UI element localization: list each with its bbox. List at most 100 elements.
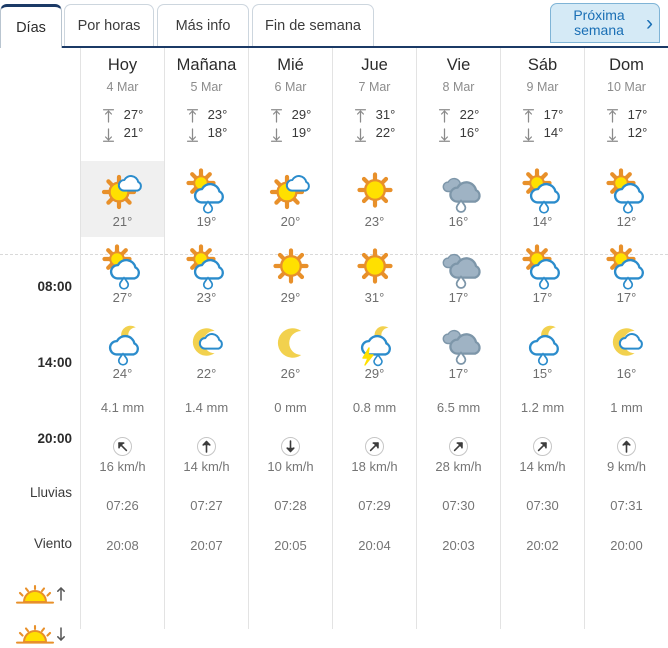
day-temp-min: 14° [543, 125, 564, 140]
wind-speed: 14 km/h [519, 458, 566, 474]
row-label-0800: 08:00 [37, 279, 72, 294]
sun-cloud-icon [269, 174, 310, 209]
sun-icon [356, 247, 393, 284]
forecast-temp: 21° [112, 213, 133, 229]
forecast-temp: 17° [448, 365, 469, 381]
day-column[interactable]: Hoy 4 Mar 27° 21° 21° 27° 24° 4.1 mm 16 … [80, 48, 164, 629]
sunset-icon [16, 624, 72, 648]
forecast-cell-2000[interactable]: 22° [165, 313, 248, 389]
forecast-temp: 12° [616, 213, 637, 229]
forecast-cell-0800[interactable]: 23° [333, 161, 416, 237]
cloud-rain-icon [442, 253, 481, 289]
forecast-cell-1400[interactable]: 23° [165, 237, 248, 313]
tab-mas-info[interactable]: Más info [157, 4, 249, 46]
day-column[interactable]: Vie 8 Mar 22° 16° 16° 17° 17° 6.5 mm 28 … [416, 48, 500, 629]
wind-cell: 14 km/h [501, 425, 584, 485]
rain-cell: 0 mm [274, 399, 307, 415]
temp-min-arrow-icon [606, 128, 618, 142]
forecast-temp: 26° [280, 365, 301, 381]
tab-fin-de-semana[interactable]: Fin de semana [252, 4, 374, 46]
forecast-cell-2000[interactable]: 24° [81, 313, 164, 389]
day-temperature-range: 27° 21° [81, 108, 164, 143]
day-column[interactable]: Sáb 9 Mar 17° 14° 14° 17° 15° 1.2 mm 14 … [500, 48, 584, 629]
day-column[interactable]: Mié 6 Mar 29° 19° 20° 29° 26° 0 mm 10 km… [248, 48, 332, 629]
sun-icon [272, 247, 309, 284]
cloud-rain-icon [442, 177, 481, 213]
day-column[interactable]: Jue 7 Mar 31° 22° 23° 31° 29° 0.8 mm 18 … [332, 48, 416, 629]
day-name: Mié [277, 56, 304, 74]
sunset-cell: 20:07 [190, 537, 223, 553]
wind-arrow-ne-icon [449, 436, 468, 456]
row-label-viento: Viento [33, 536, 72, 551]
forecast-temp: 15° [532, 365, 553, 381]
day-temp-max: 29° [291, 107, 312, 122]
sunset-cell: 20:04 [358, 537, 391, 553]
tab-fin-de-semana-label: Fin de semana [265, 17, 361, 34]
wind-arrow-ne-icon [533, 436, 552, 456]
rain-cell: 4.1 mm [100, 399, 145, 415]
day-temp-max: 23° [207, 107, 228, 122]
moon-storm-icon [360, 325, 391, 366]
forecast-cell-1400[interactable]: 29° [249, 237, 332, 313]
forecast-cell-0800[interactable]: 14° [501, 161, 584, 237]
next-week-label: Próxima semana [573, 7, 625, 38]
sunrise-cell: 07:27 [190, 497, 223, 513]
sun-cloud-rain-icon [185, 243, 224, 290]
forecast-cell-1400[interactable]: 17° [417, 237, 500, 313]
wind-cell: 9 km/h [585, 425, 668, 485]
day-temp-min: 22° [375, 125, 396, 140]
forecast-cell-0800[interactable]: 20° [249, 161, 332, 237]
day-temperature-range: 31° 22° [333, 108, 416, 143]
forecast-cell-0800[interactable]: 12° [585, 161, 668, 237]
wind-speed: 14 km/h [183, 458, 230, 474]
day-header: Hoy 4 Mar [81, 48, 164, 94]
sunset-cell: 20:05 [274, 537, 307, 553]
day-column[interactable]: Mañana 5 Mar 23° 18° 19° 23° 22° 1.4 mm … [164, 48, 248, 629]
forecast-cell-2000[interactable]: 15° [501, 313, 584, 389]
moon-cloud-rain-icon [528, 325, 559, 366]
tab-dias[interactable]: Días [0, 4, 62, 48]
forecast-temp: 27° [112, 289, 133, 305]
moon-cloud-icon [612, 327, 643, 356]
forecast-cell-1400[interactable]: 17° [501, 237, 584, 313]
forecast-cell-1400[interactable]: 27° [81, 237, 164, 313]
day-temperature-range: 29° 19° [249, 108, 332, 143]
forecast-cell-0800[interactable]: 21° [81, 161, 164, 237]
rain-cell: 0.8 mm [352, 399, 397, 415]
wind-speed: 16 km/h [99, 458, 146, 474]
day-temp-max: 17° [543, 107, 564, 122]
sunrise-cell: 07:29 [358, 497, 391, 513]
forecast-cell-0800[interactable]: 19° [165, 161, 248, 237]
sunrise-cell: 07:30 [442, 497, 475, 513]
day-temp-min: 16° [459, 125, 480, 140]
day-date: 4 Mar [106, 80, 139, 94]
forecast-cell-1400[interactable]: 17° [585, 237, 668, 313]
wind-arrow-nw-icon [113, 436, 132, 456]
day-temp-max: 27° [123, 107, 144, 122]
temp-max-arrow-icon [438, 109, 450, 123]
forecast-temp: 29° [364, 365, 385, 381]
temp-min-arrow-icon [522, 128, 534, 142]
tab-dias-label: Días [16, 19, 46, 36]
day-temp-min: 19° [291, 125, 312, 140]
day-column[interactable]: Dom 10 Mar 17° 12° 12° 17° 16° 1 mm 9 km… [584, 48, 668, 629]
forecast-cell-2000[interactable]: 17° [417, 313, 500, 389]
sun-cloud-rain-icon [521, 243, 560, 290]
forecast-cell-2000[interactable]: 26° [249, 313, 332, 389]
day-header: Jue 7 Mar [333, 48, 416, 94]
rain-cell: 1.2 mm [520, 399, 565, 415]
day-name: Dom [609, 56, 644, 74]
tab-por-horas[interactable]: Por horas [64, 4, 154, 46]
day-temperature-range: 22° 16° [417, 108, 500, 143]
forecast-cell-2000[interactable]: 29° [333, 313, 416, 389]
sunset-cell: 20:03 [442, 537, 475, 553]
next-week-button[interactable]: Próxima semana › [550, 3, 660, 43]
forecast-cell-0800[interactable]: 16° [417, 161, 500, 237]
wind-arrow-n-icon [197, 436, 216, 456]
forecast-cell-1400[interactable]: 31° [333, 237, 416, 313]
temp-min-arrow-icon [270, 128, 282, 142]
forecast-cell-2000[interactable]: 16° [585, 313, 668, 389]
day-name: Vie [446, 56, 471, 74]
temp-max-arrow-icon [522, 109, 534, 123]
temp-max-arrow-icon [354, 109, 366, 123]
